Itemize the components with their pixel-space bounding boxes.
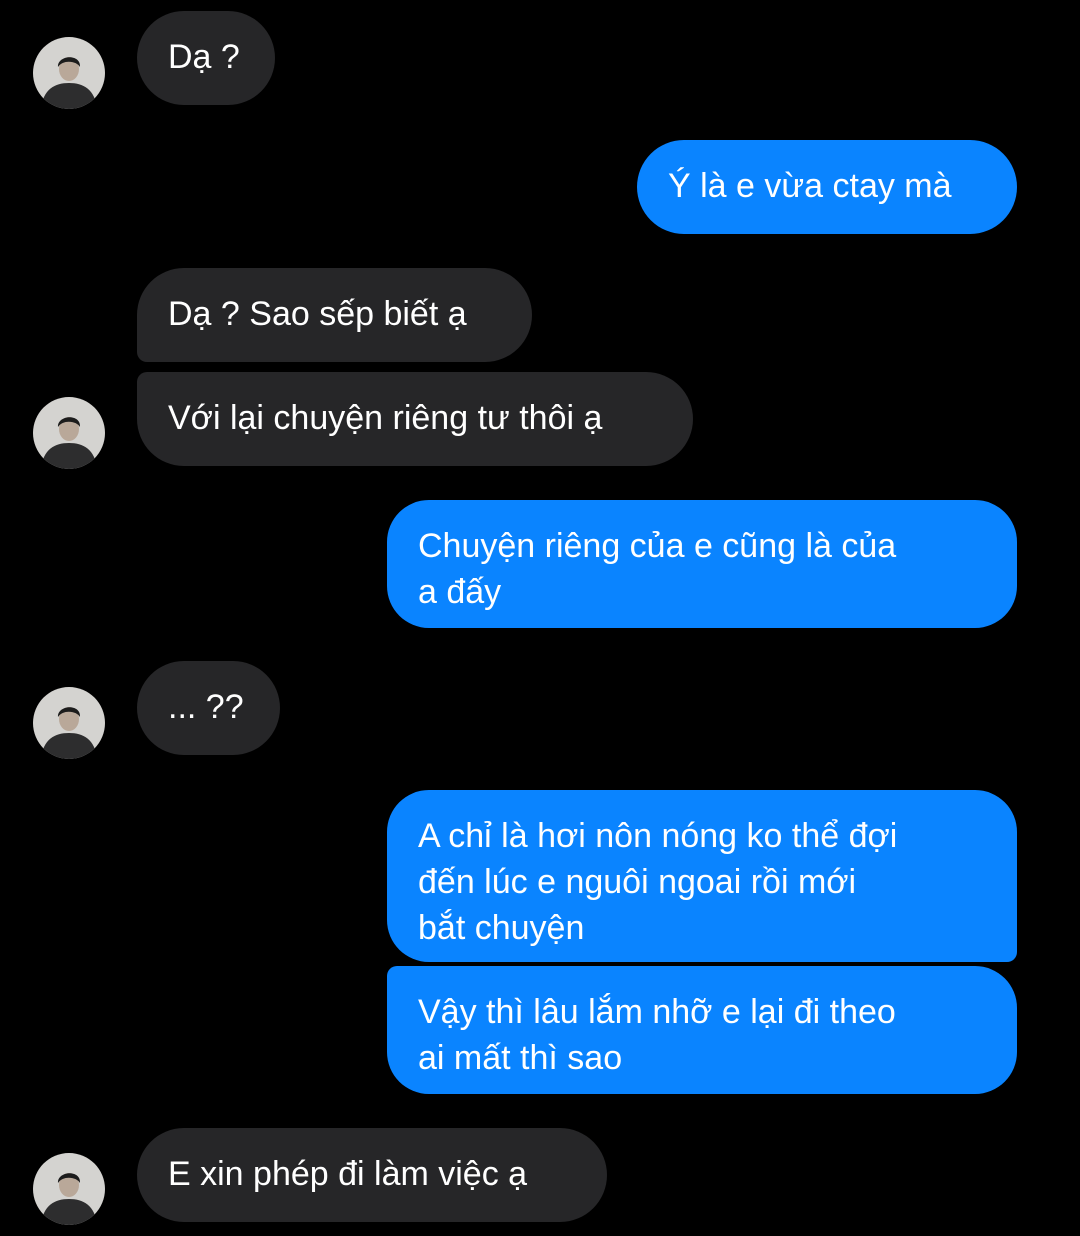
- message-sent[interactable]: Ý là e vừa ctay mà: [637, 140, 1017, 234]
- message-received[interactable]: ... ??: [137, 661, 280, 755]
- message-received[interactable]: Với lại chuyện riêng tư thôi ạ: [137, 372, 693, 466]
- message-sent[interactable]: A chỉ là hơi nôn nóng ko thể đợi đến lúc…: [387, 790, 1017, 962]
- contact-avatar[interactable]: [33, 1153, 105, 1225]
- contact-avatar[interactable]: [33, 397, 105, 469]
- message-sent[interactable]: Chuyện riêng của e cũng là của a đấy: [387, 500, 1017, 628]
- person-avatar-icon: [33, 37, 105, 109]
- message-received[interactable]: Dạ ? Sao sếp biết ạ: [137, 268, 532, 362]
- person-avatar-icon: [33, 687, 105, 759]
- contact-avatar[interactable]: [33, 687, 105, 759]
- message-received[interactable]: Dạ ?: [137, 11, 275, 105]
- message-received[interactable]: E xin phép đi làm việc ạ: [137, 1128, 607, 1222]
- person-avatar-icon: [33, 1153, 105, 1225]
- message-sent[interactable]: Vậy thì lâu lắm nhỡ e lại đi theo ai mất…: [387, 966, 1017, 1094]
- contact-avatar[interactable]: [33, 37, 105, 109]
- person-avatar-icon: [33, 397, 105, 469]
